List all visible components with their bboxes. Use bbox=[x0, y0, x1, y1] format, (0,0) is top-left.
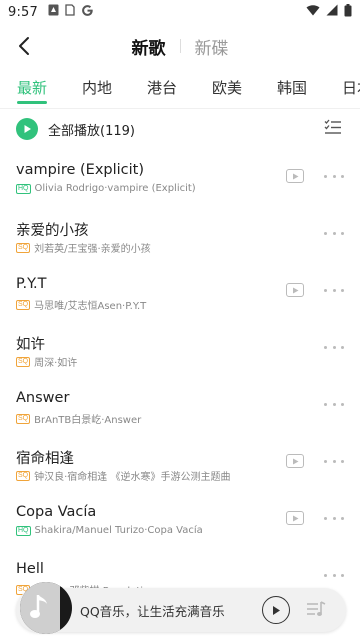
google-icon bbox=[81, 4, 94, 21]
header-tabs: 新歌 新碟 bbox=[132, 34, 229, 59]
song-title: 如许 bbox=[16, 337, 45, 353]
song-artist-album: Olivia Rodrigo·vampire (Explicit) bbox=[34, 183, 196, 194]
video-play-icon[interactable] bbox=[286, 454, 304, 468]
signal-icon bbox=[326, 4, 338, 20]
tab-new-songs[interactable]: 新歌 bbox=[132, 34, 166, 59]
wifi-icon bbox=[306, 4, 320, 20]
playlist-icon bbox=[307, 601, 326, 616]
list-check-icon bbox=[324, 119, 341, 134]
quality-badge: HQ bbox=[16, 525, 31, 536]
back-button[interactable] bbox=[8, 30, 40, 62]
song-meta: HQ Olivia Rodrigo·vampire (Explicit) bbox=[16, 183, 196, 194]
song-meta: SQ 周深·如许 bbox=[16, 354, 77, 369]
mini-player-text: QQ音乐，让生活充满音乐 bbox=[80, 604, 225, 619]
song-artist-album: Shakira/Manuel Turizo·Copa Vacía bbox=[34, 525, 203, 536]
song-title: P.Y.T bbox=[16, 276, 47, 292]
header-tab-divider bbox=[179, 39, 181, 53]
song-title: vampire (Explicit) bbox=[16, 162, 145, 178]
quality-badge: SQ bbox=[16, 413, 31, 424]
header: 新歌 新碟 bbox=[0, 24, 360, 68]
song-row[interactable]: Answer SQ BrAnTB白景屹·Answer bbox=[0, 378, 360, 435]
category-tab-japan[interactable]: 日本 bbox=[342, 70, 360, 106]
chevron-left-icon bbox=[19, 37, 29, 55]
status-time: 9:57 bbox=[8, 4, 38, 20]
status-notification-icons bbox=[48, 4, 94, 21]
quality-badge: SQ bbox=[16, 299, 31, 310]
song-meta: HQ Shakira/Manuel Turizo·Copa Vacía bbox=[16, 525, 203, 536]
status-bar: 9:57 bbox=[0, 0, 360, 24]
category-tab-western[interactable]: 欧美 bbox=[212, 70, 242, 106]
more-dots-icon[interactable] bbox=[324, 510, 344, 526]
song-row[interactable]: P.Y.T SQ 马思唯/艾志恒Asen·P.Y.T bbox=[0, 264, 360, 321]
category-tab-korea[interactable]: 韩国 bbox=[277, 70, 307, 106]
video-play-icon[interactable] bbox=[286, 283, 304, 297]
category-tabs: 最新 内地 港台 欧美 韩国 日本 bbox=[0, 70, 360, 106]
song-meta: SQ 马思唯/艾志恒Asen·P.Y.T bbox=[16, 297, 146, 312]
song-row[interactable]: 宿命相逢 SQ 钟汉良·宿命相逢 《逆水寒》手游公测主题曲 bbox=[0, 435, 360, 492]
song-row[interactable]: 亲爱的小孩 SQ 刘若英/王宝强·亲爱的小孩 bbox=[0, 207, 360, 264]
quality-badge: HQ bbox=[16, 183, 31, 194]
tab-new-albums[interactable]: 新碟 bbox=[195, 34, 229, 59]
play-all-label: 全部播放 bbox=[48, 123, 101, 139]
video-play-icon[interactable] bbox=[286, 169, 304, 183]
quality-badge: SQ bbox=[16, 356, 31, 367]
tabs-divider bbox=[0, 108, 360, 109]
song-row[interactable]: Copa Vacía HQ Shakira/Manuel Turizo·Copa… bbox=[0, 492, 360, 549]
song-title: Hell bbox=[16, 561, 44, 577]
active-tab-indicator bbox=[17, 101, 47, 104]
song-meta: SQ BrAnTB白景屹·Answer bbox=[16, 411, 141, 426]
quality-badge: SQ bbox=[16, 470, 31, 481]
more-dots-icon[interactable] bbox=[324, 453, 344, 469]
song-meta: SQ 刘若英/王宝强·亲爱的小孩 bbox=[16, 240, 151, 255]
battery-icon bbox=[344, 3, 352, 21]
song-artist-album: 刘若英/王宝强·亲爱的小孩 bbox=[34, 244, 151, 255]
more-dots-icon[interactable] bbox=[324, 282, 344, 298]
category-tab-hk-tw[interactable]: 港台 bbox=[147, 70, 177, 106]
song-title: Copa Vacía bbox=[16, 504, 97, 520]
quality-badge: SQ bbox=[16, 242, 31, 253]
song-title: Answer bbox=[16, 390, 70, 406]
song-meta: SQ 钟汉良·宿命相逢 《逆水寒》手游公测主题曲 bbox=[16, 468, 230, 483]
category-tab-mainland[interactable]: 内地 bbox=[82, 70, 112, 106]
photo-notification-icon bbox=[48, 4, 59, 20]
more-dots-icon[interactable] bbox=[324, 225, 344, 241]
song-artist-album: 马思唯/艾志恒Asen·P.Y.T bbox=[34, 301, 147, 312]
song-row[interactable]: vampire (Explicit) HQ Olivia Rodrigo·vam… bbox=[0, 150, 360, 207]
play-icon bbox=[273, 605, 280, 615]
song-title: 亲爱的小孩 bbox=[16, 223, 89, 239]
play-all-bar: 全部播放(119) bbox=[0, 116, 360, 142]
sim-card-icon bbox=[65, 4, 75, 20]
more-dots-icon[interactable] bbox=[324, 396, 344, 412]
song-title: 宿命相逢 bbox=[16, 451, 74, 467]
more-dots-icon[interactable] bbox=[324, 339, 344, 355]
multi-select-button[interactable] bbox=[324, 119, 342, 139]
more-dots-icon[interactable] bbox=[324, 567, 344, 583]
song-list: vampire (Explicit) HQ Olivia Rodrigo·vam… bbox=[0, 150, 360, 606]
play-all-button[interactable]: 全部播放(119) bbox=[48, 120, 135, 139]
song-row[interactable]: 如许 SQ 周深·如许 bbox=[0, 321, 360, 378]
song-artist-album: 钟汉良·宿命相逢 《逆水寒》手游公测主题曲 bbox=[34, 472, 231, 483]
playlist-button[interactable] bbox=[306, 600, 326, 622]
play-all-count: (119) bbox=[100, 123, 135, 139]
more-dots-icon[interactable] bbox=[324, 168, 344, 184]
music-note-icon bbox=[20, 582, 60, 634]
status-system-icons bbox=[306, 3, 352, 21]
mini-play-button[interactable] bbox=[262, 596, 290, 624]
mini-player[interactable]: QQ音乐，让生活充满音乐 bbox=[16, 582, 346, 634]
album-disc[interactable] bbox=[20, 582, 72, 634]
video-play-icon[interactable] bbox=[286, 511, 304, 525]
play-circle-icon[interactable] bbox=[16, 118, 38, 140]
song-artist-album: 周深·如许 bbox=[34, 358, 78, 369]
song-artist-album: BrAnTB白景屹·Answer bbox=[34, 415, 142, 426]
